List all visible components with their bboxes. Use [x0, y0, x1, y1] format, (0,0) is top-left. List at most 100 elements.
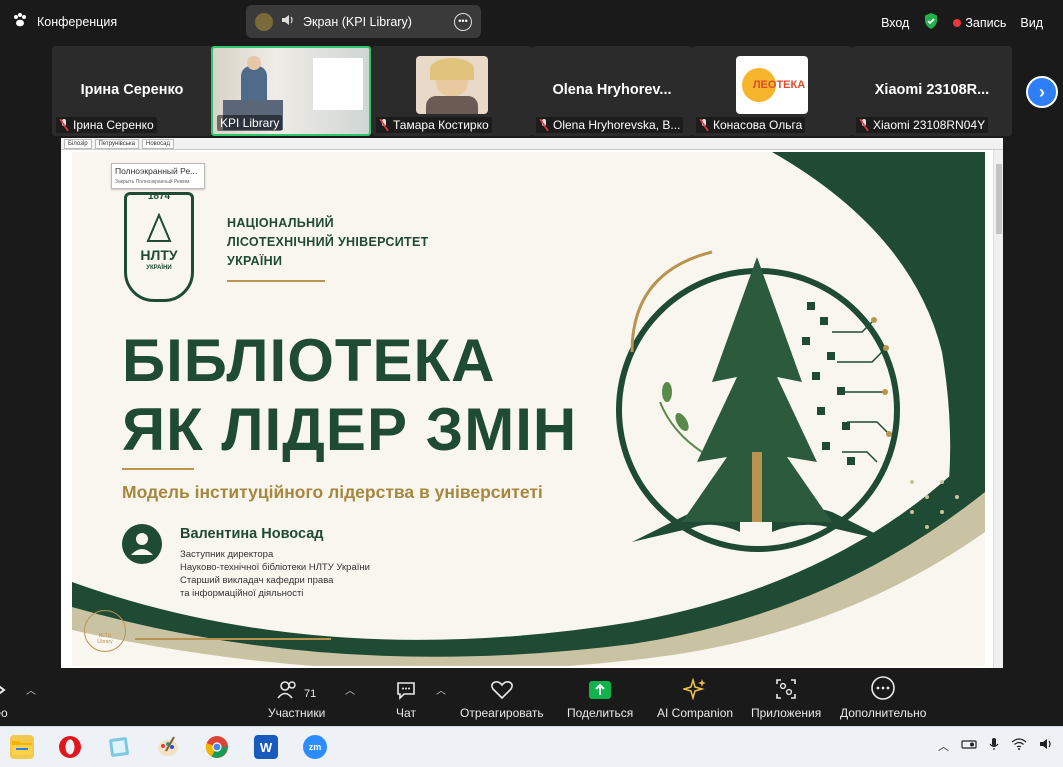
participant-label: Тамара Костирко	[376, 117, 492, 133]
role-line: Заступник директора	[180, 549, 274, 560]
participants-icon: 71	[277, 674, 316, 700]
scrollbar-thumb[interactable]	[996, 164, 1002, 234]
participant-tile[interactable]: ЛЕОТЕКА Конасова Ольга	[692, 46, 852, 136]
share-label: Поделиться	[567, 706, 634, 720]
react-button[interactable]: Отреагировать	[460, 674, 544, 722]
heart-icon	[490, 674, 514, 700]
role-line: Науково-технічної бібліотеки НЛТУ Україн…	[180, 562, 370, 573]
chevron-up-icon[interactable]: ︿	[938, 738, 949, 754]
participant-label: Xiaomi 23108RN04Y	[856, 117, 989, 133]
participant-label: KPI Library	[217, 115, 283, 131]
participant-name: KPI Library	[220, 116, 280, 130]
file-explorer-icon[interactable]	[10, 735, 34, 759]
slide-subtitle: Модель інституційного лідерства в універ…	[122, 482, 543, 502]
participants-count: 71	[304, 688, 317, 700]
projector-icon[interactable]	[961, 738, 977, 753]
participants-label: Участники	[268, 706, 326, 720]
participant-name: Xiaomi 23108RN04Y	[873, 118, 986, 132]
microphone-icon[interactable]	[989, 737, 999, 754]
next-page-button[interactable]: ›	[1026, 76, 1058, 108]
slide-title-line1: БІБЛІОТЕКА	[122, 327, 496, 394]
view-button[interactable]: Вид	[1020, 16, 1043, 30]
zoom-icon-text: zm	[308, 742, 322, 752]
notes-icon[interactable]	[107, 735, 131, 759]
university-name-line: ЛІСОТЕХНІЧНИЙ УНІВЕРСИТЕТ	[227, 235, 429, 249]
participant-name: Olena Hryhorevska, B...	[553, 118, 681, 132]
mic-muted-icon	[379, 118, 389, 132]
zoom-window: Конференция Экран (KPI Library) ••• Вход…	[0, 0, 1063, 767]
browser-tab[interactable]: Петрунівська	[94, 138, 139, 149]
chat-label: Чат	[396, 706, 416, 720]
paint-icon[interactable]	[156, 735, 180, 759]
participant-name: Ірина Серенко	[73, 118, 154, 132]
video-label: ео	[0, 706, 8, 720]
chevron-up-icon[interactable]: ︿	[26, 682, 36, 697]
divider	[135, 638, 331, 640]
share-screen-button[interactable]: Поделиться	[567, 674, 633, 722]
opera-icon[interactable]	[58, 735, 82, 759]
record-label: Запись	[965, 15, 1007, 30]
video-button[interactable]: ео	[0, 674, 8, 722]
fullscreen-tip-title: Полноэкранный Ре...	[115, 166, 198, 176]
apps-label: Приложения	[751, 706, 822, 720]
presenter-name: Валентина Новосад	[180, 526, 324, 542]
more-options-icon[interactable]: •••	[454, 12, 472, 31]
windows-taskbar: W zm ︿	[0, 726, 1063, 767]
browser-tab[interactable]: Білозір	[64, 138, 92, 149]
wifi-icon[interactable]	[1011, 738, 1027, 753]
speaker-icon	[281, 14, 295, 29]
chevron-right-icon: ›	[1039, 81, 1045, 102]
presentation-slide: 1874 НЛТУ УКРАЇНИ НАЦІОНАЛЬНИЙ ЛІСОТЕХНІ…	[72, 152, 985, 666]
presenter-role: Заступник директора Науково-технічної бі…	[180, 548, 370, 600]
screen-share-indicator[interactable]: Экран (KPI Library) •••	[246, 5, 481, 38]
participant-label: Olena Hryhorevska, B...	[536, 117, 684, 133]
university-logo: 1874 НЛТУ УКРАЇНИ	[124, 191, 194, 302]
sharer-avatar-icon	[255, 12, 273, 31]
more-button[interactable]: Дополнительно	[840, 674, 926, 722]
chat-button[interactable]: Чат	[395, 674, 417, 722]
participant-label: Ірина Серенко	[56, 117, 157, 133]
zoom-app-icon[interactable]: zm	[303, 735, 327, 759]
participant-name: Конасова Ольга	[713, 118, 803, 132]
chrome-icon[interactable]	[205, 735, 229, 759]
divider	[227, 280, 325, 282]
more-label: Дополнительно	[840, 706, 927, 720]
ai-companion-button[interactable]: AI Companion	[657, 674, 733, 722]
apps-icon	[775, 674, 797, 700]
logo-year: 1874	[147, 191, 171, 202]
browser-tab-bar: Білозір Петрунівська Новосад	[61, 138, 1003, 150]
scrollbar[interactable]	[993, 150, 1003, 668]
word-icon[interactable]: W	[254, 735, 278, 759]
university-name: НАЦІОНАЛЬНИЙ ЛІСОТЕХНІЧНИЙ УНІВЕРСИТЕТ У…	[227, 214, 429, 271]
participant-tile[interactable]: Тамара Костирко	[372, 46, 532, 136]
chevron-up-icon[interactable]: ︿	[345, 682, 355, 697]
fullscreen-tooltip[interactable]: Полноэкранный Ре... Закрыть Полноэкранны…	[111, 163, 205, 189]
participant-tile[interactable]: Olena Hryhorev... Olena Hryhorevska, B..…	[532, 46, 692, 136]
top-bar: Конференция Экран (KPI Library) ••• Вход…	[0, 0, 1063, 44]
participant-tile-active[interactable]: KPI Library	[211, 46, 371, 136]
paw-icon	[12, 12, 28, 31]
video-camera-icon	[0, 674, 8, 700]
participant-tile[interactable]: Ірина Серенко Ірина Серенко	[52, 46, 212, 136]
share-arrow-icon	[588, 674, 612, 700]
top-right-controls: Вход Запись Вид	[881, 12, 1043, 33]
chevron-up-icon[interactable]: ︿	[436, 682, 446, 697]
mic-muted-icon	[59, 118, 69, 132]
meeting-menu[interactable]: Конференция	[12, 12, 117, 31]
login-button[interactable]: Вход	[881, 16, 909, 30]
volume-icon[interactable]	[1039, 738, 1053, 753]
apps-button[interactable]: Приложения	[751, 674, 821, 722]
ai-label: AI Companion	[657, 706, 734, 720]
record-status[interactable]: Запись	[953, 16, 1006, 30]
university-name-line: УКРАЇНИ	[227, 254, 283, 268]
person-icon	[122, 524, 162, 564]
shield-check-icon[interactable]	[923, 12, 939, 33]
role-line: та інформаційної діяльності	[180, 588, 304, 599]
participants-button[interactable]: 71 Участники	[268, 674, 325, 722]
library-badge: NLTU Library	[84, 610, 126, 652]
participant-tile[interactable]: Xiaomi 23108R... Xiaomi 23108RN04Y	[852, 46, 1012, 136]
divider	[122, 468, 194, 470]
browser-tab-current[interactable]: Новосад	[142, 138, 174, 149]
sparkle-icon	[683, 674, 707, 700]
leoteka-logo: ЛЕОТЕКА	[736, 56, 808, 114]
